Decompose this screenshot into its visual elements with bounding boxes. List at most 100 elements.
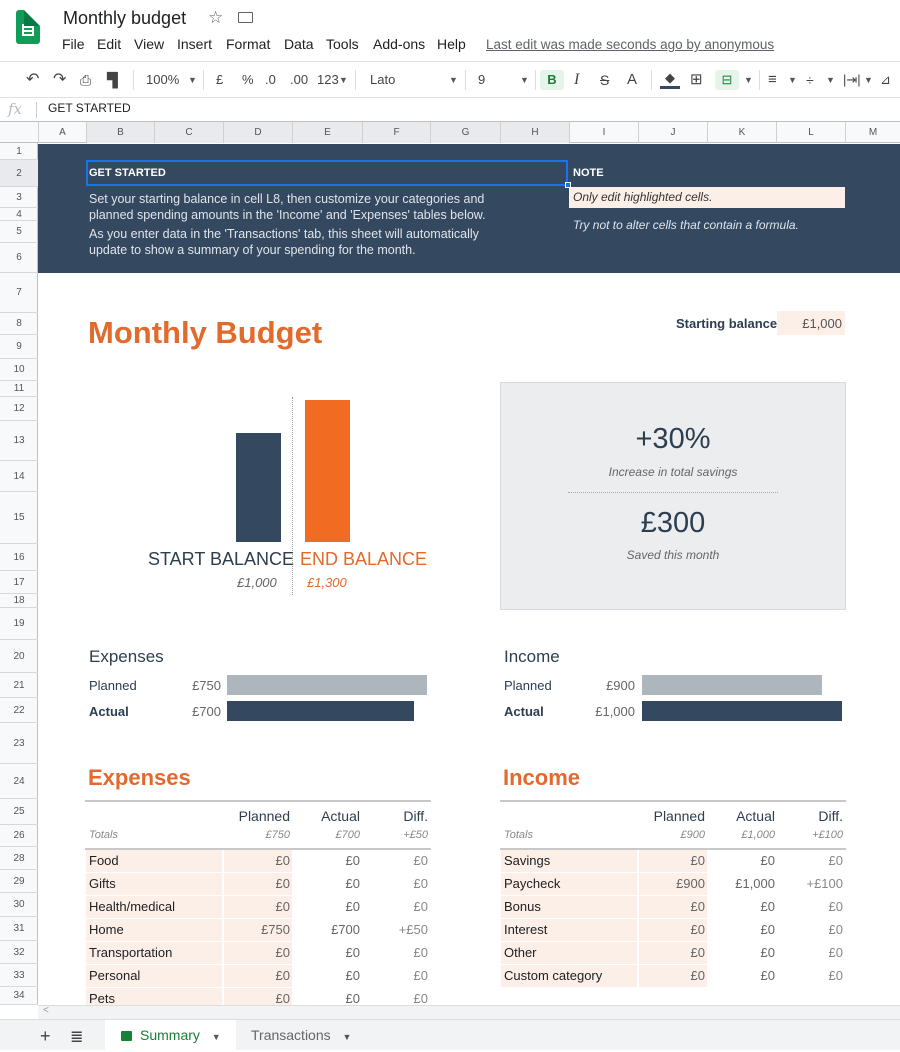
chevron-down-icon[interactable]: ▼ bbox=[826, 70, 835, 90]
menu-help[interactable]: Help bbox=[437, 36, 466, 52]
row-header-7[interactable]: 7 bbox=[0, 273, 38, 313]
percent-format-button[interactable]: % bbox=[242, 70, 254, 90]
zoom-select[interactable]: 100% bbox=[146, 70, 179, 90]
row-header-8[interactable]: 8 bbox=[0, 313, 38, 335]
column-header-k[interactable]: K bbox=[707, 122, 776, 143]
menu-file[interactable]: File bbox=[62, 36, 85, 52]
row-header-17[interactable]: 17 bbox=[0, 571, 38, 594]
chevron-down-icon[interactable]: ▼ bbox=[520, 70, 529, 90]
last-edit-link[interactable]: Last edit was made seconds ago by anonym… bbox=[486, 37, 774, 52]
row-header-5[interactable]: 5 bbox=[0, 221, 38, 243]
column-header-l[interactable]: L bbox=[776, 122, 845, 143]
row-header-10[interactable]: 10 bbox=[0, 359, 38, 381]
tab-transactions[interactable]: Transactions ▼ bbox=[238, 1020, 368, 1050]
bold-button[interactable]: B bbox=[540, 70, 564, 90]
chevron-down-icon[interactable]: ▼ bbox=[212, 1032, 221, 1042]
menu-data[interactable]: Data bbox=[284, 36, 314, 52]
row-header-19[interactable]: 19 bbox=[0, 608, 38, 640]
more-formats-button[interactable]: 123 bbox=[317, 70, 339, 90]
row-header-34[interactable]: 34 bbox=[0, 987, 38, 1005]
font-select[interactable]: Lato bbox=[370, 70, 395, 90]
formula-input[interactable]: GET STARTED bbox=[48, 101, 131, 115]
chevron-down-icon[interactable]: ▼ bbox=[788, 70, 797, 90]
row-header-23[interactable]: 23 bbox=[0, 723, 38, 764]
row-header-15[interactable]: 15 bbox=[0, 492, 38, 544]
row-header-9[interactable]: 9 bbox=[0, 335, 38, 359]
row-header-3[interactable]: 3 bbox=[0, 187, 38, 208]
row-header-21[interactable]: 21 bbox=[0, 673, 38, 698]
row-header-26[interactable]: 26 bbox=[0, 825, 38, 847]
align-left-icon[interactable]: ≡ bbox=[768, 70, 777, 90]
undo-icon[interactable]: ↶ bbox=[26, 70, 39, 90]
borders-icon[interactable]: ⊞ bbox=[690, 70, 703, 90]
font-size-select[interactable]: 9 bbox=[478, 70, 485, 90]
column-header-m[interactable]: M bbox=[845, 122, 900, 143]
all-sheets-icon[interactable]: ≣ bbox=[70, 1027, 83, 1047]
chevron-down-icon[interactable]: ▼ bbox=[188, 70, 197, 90]
row-header-22[interactable]: 22 bbox=[0, 698, 38, 723]
row-header-12[interactable]: 12 bbox=[0, 397, 38, 421]
vertical-align-icon[interactable]: ÷ bbox=[806, 70, 814, 90]
row-header-29[interactable]: 29 bbox=[0, 870, 38, 893]
row-header-4[interactable]: 4 bbox=[0, 208, 38, 221]
currency-format-button[interactable]: £ bbox=[216, 70, 223, 90]
menu-tools[interactable]: Tools bbox=[326, 36, 359, 52]
chevron-down-icon[interactable]: ▼ bbox=[744, 70, 753, 90]
row-header-1[interactable]: 1 bbox=[0, 144, 38, 160]
column-header-g[interactable]: G bbox=[430, 122, 500, 143]
column-header-f[interactable]: F bbox=[362, 122, 430, 143]
chevron-down-icon[interactable]: ▼ bbox=[449, 70, 458, 90]
scroll-left-icon[interactable]: < bbox=[43, 1005, 49, 1016]
row-header-6[interactable]: 6 bbox=[0, 243, 38, 273]
column-header-c[interactable]: C bbox=[154, 122, 223, 143]
chevron-down-icon[interactable]: ▼ bbox=[343, 1032, 352, 1042]
row-header-20[interactable]: 20 bbox=[0, 640, 38, 673]
print-icon[interactable]: ⎙ bbox=[80, 70, 91, 90]
chevron-down-icon[interactable]: ▼ bbox=[339, 70, 348, 90]
row-header-13[interactable]: 13 bbox=[0, 421, 38, 461]
get-started-heading[interactable]: GET STARTED bbox=[89, 167, 166, 179]
menu-insert[interactable]: Insert bbox=[177, 36, 212, 52]
row-header-30[interactable]: 30 bbox=[0, 893, 38, 917]
row-header-16[interactable]: 16 bbox=[0, 544, 38, 571]
row-header-31[interactable]: 31 bbox=[0, 917, 38, 941]
column-header-j[interactable]: J bbox=[638, 122, 707, 143]
strikethrough-button[interactable]: S bbox=[600, 70, 609, 90]
sheets-logo[interactable] bbox=[16, 10, 40, 44]
redo-icon[interactable]: ↷ bbox=[53, 70, 66, 90]
star-icon[interactable]: ☆ bbox=[208, 8, 223, 28]
text-wrap-icon[interactable]: |⇥| bbox=[843, 70, 861, 90]
row-header-25[interactable]: 25 bbox=[0, 799, 38, 825]
text-rotation-icon[interactable]: ⊿ bbox=[880, 70, 891, 90]
row-header-28[interactable]: 28 bbox=[0, 847, 38, 870]
merge-cells-icon[interactable]: ⊟ bbox=[715, 70, 739, 90]
column-header-e[interactable]: E bbox=[292, 122, 362, 143]
row-header-32[interactable]: 32 bbox=[0, 941, 38, 964]
paint-format-icon[interactable]: ▜ bbox=[107, 70, 118, 90]
column-header-a[interactable]: A bbox=[38, 122, 86, 143]
column-header-d[interactable]: D bbox=[223, 122, 292, 143]
tab-summary[interactable]: Summary ▼ bbox=[105, 1020, 236, 1050]
italic-button[interactable]: I bbox=[574, 70, 579, 90]
add-sheet-icon[interactable]: + bbox=[40, 1026, 51, 1047]
chevron-down-icon[interactable]: ▼ bbox=[864, 70, 873, 90]
increase-decimal-button[interactable]: .00 bbox=[290, 70, 308, 90]
horizontal-scrollbar[interactable]: < bbox=[38, 1005, 900, 1019]
column-header-i[interactable]: I bbox=[569, 122, 638, 143]
menu-view[interactable]: View bbox=[134, 36, 164, 52]
column-header-h[interactable]: H bbox=[500, 122, 569, 143]
starting-balance-value[interactable]: £1,000 bbox=[777, 316, 842, 331]
row-header-33[interactable]: 33 bbox=[0, 964, 38, 987]
menu-format[interactable]: Format bbox=[226, 36, 270, 52]
row-header-18[interactable]: 18 bbox=[0, 594, 38, 608]
row-header-24[interactable]: 24 bbox=[0, 764, 38, 799]
fill-color-icon[interactable]: ◆ bbox=[660, 70, 680, 89]
decrease-decimal-button[interactable]: .0 bbox=[265, 70, 276, 90]
menu-edit[interactable]: Edit bbox=[97, 36, 121, 52]
row-header-11[interactable]: 11 bbox=[0, 381, 38, 397]
column-header-b[interactable]: B bbox=[86, 122, 154, 143]
document-title[interactable]: Monthly budget bbox=[63, 8, 186, 29]
row-header-14[interactable]: 14 bbox=[0, 461, 38, 492]
text-color-button[interactable]: A bbox=[627, 70, 637, 90]
row-header-2[interactable]: 2 bbox=[0, 160, 38, 187]
